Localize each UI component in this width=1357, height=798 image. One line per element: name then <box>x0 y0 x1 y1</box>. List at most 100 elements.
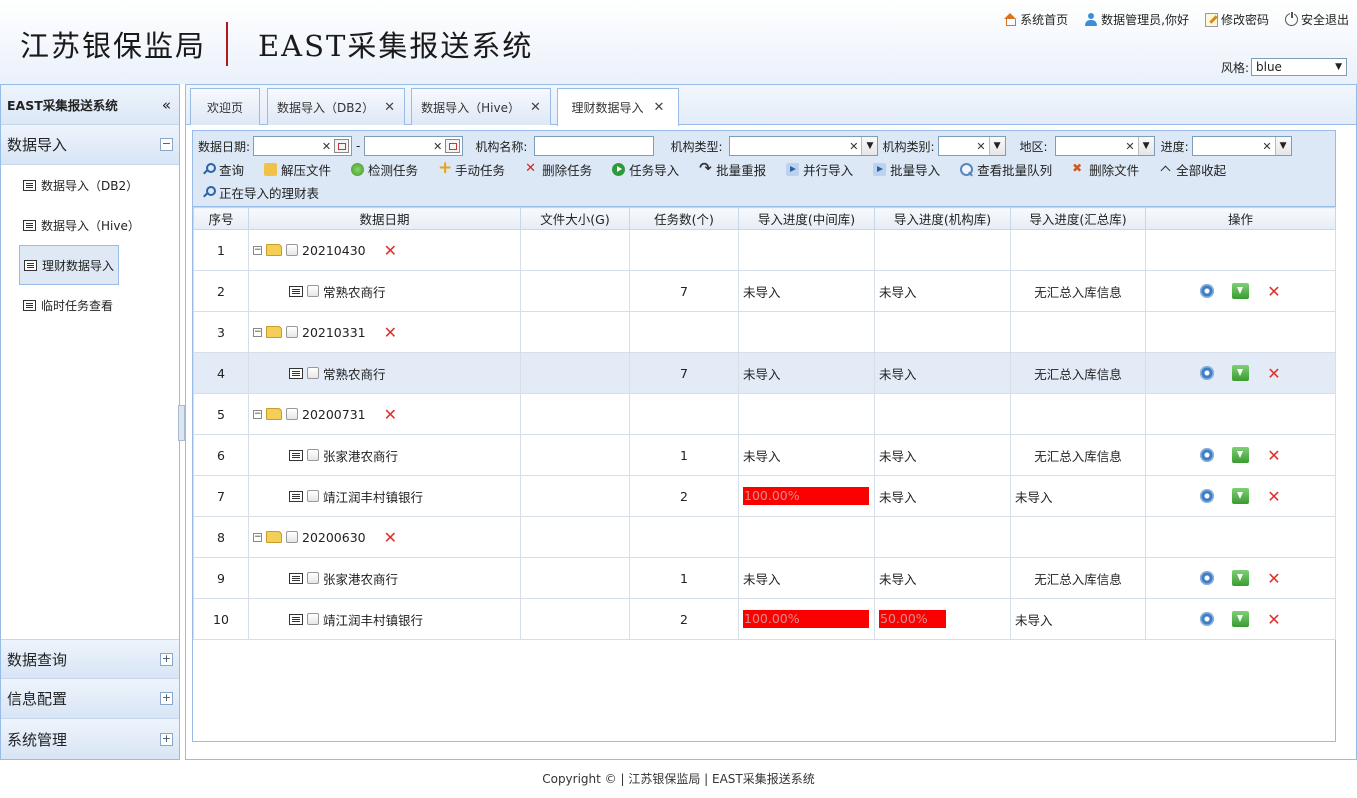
gear-icon[interactable] <box>1200 284 1215 298</box>
col-header-tasks[interactable]: 任务数(个) <box>629 207 739 230</box>
delete-group-icon[interactable]: ✕ <box>384 241 397 260</box>
col-header-progress-org[interactable]: 导入进度(机构库) <box>874 207 1011 230</box>
col-header-date[interactable]: 数据日期 <box>248 207 521 230</box>
table-row[interactable]: 8− 20200630 ✕ <box>193 516 1336 558</box>
gear-icon[interactable] <box>1200 489 1215 503</box>
close-icon[interactable]: ✕ <box>530 100 541 115</box>
sidebar-item-wealth-import[interactable]: 理财数据导入 <box>1 245 179 285</box>
chevron-down-icon[interactable]: ▼ <box>988 137 1005 155</box>
table-row[interactable]: 1− 20210430 ✕ <box>193 229 1336 271</box>
sidebar-splitter-handle[interactable] <box>178 405 185 441</box>
calendar-icon[interactable] <box>445 139 461 153</box>
sidebar-item-hive-import[interactable]: 数据导入（Hive） <box>1 205 179 245</box>
close-icon[interactable]: ✕ <box>654 100 665 115</box>
delete-group-icon[interactable]: ✕ <box>384 528 397 547</box>
row-checkbox[interactable] <box>286 244 298 256</box>
expand-icon[interactable]: + <box>160 652 173 666</box>
gear-icon[interactable] <box>1200 366 1215 380</box>
download-icon[interactable] <box>1232 365 1250 381</box>
row-checkbox[interactable] <box>286 408 298 420</box>
collapse-icon[interactable]: − <box>160 138 173 151</box>
table-row[interactable]: 5− 20200731 ✕ <box>193 393 1336 435</box>
download-icon[interactable] <box>1232 611 1250 627</box>
delete-icon[interactable]: ✕ <box>1267 610 1280 629</box>
tab-wealth-import[interactable]: 理财数据导入 ✕ <box>557 88 679 126</box>
delete-file-button[interactable]: 删除文件 <box>1072 160 1139 179</box>
user-greeting[interactable]: 数据管理员,你好 <box>1084 11 1189 28</box>
delete-group-icon[interactable]: ✕ <box>384 405 397 424</box>
collapse-all-button[interactable]: 全部收起 <box>1159 160 1226 179</box>
table-row[interactable]: 3− 20210331 ✕ <box>193 311 1336 353</box>
query-button[interactable]: 查询 <box>202 160 244 179</box>
download-icon[interactable] <box>1232 283 1250 299</box>
sidebar-group-data-query[interactable]: 数据查询 + <box>1 639 179 679</box>
row-checkbox[interactable] <box>307 367 319 379</box>
unzip-button[interactable]: 解压文件 <box>264 160 331 179</box>
sidebar-group-data-import[interactable]: 数据导入 − <box>1 125 179 165</box>
delete-task-button[interactable]: 删除任务 <box>525 160 592 179</box>
manual-task-button[interactable]: 手动任务 <box>438 158 505 179</box>
delete-icon[interactable]: ✕ <box>1267 487 1280 506</box>
clear-icon[interactable]: ✕ <box>976 140 985 153</box>
style-select[interactable]: blue ▼ <box>1251 58 1347 76</box>
tree-collapse-icon[interactable]: − <box>253 409 262 419</box>
clear-icon[interactable]: ✕ <box>1125 140 1134 153</box>
download-icon[interactable] <box>1232 447 1250 463</box>
tree-collapse-icon[interactable]: − <box>253 327 262 337</box>
gear-icon[interactable] <box>1200 612 1215 626</box>
chevron-down-icon[interactable]: ▼ <box>1274 137 1291 155</box>
row-checkbox[interactable] <box>307 285 319 297</box>
org-type-select[interactable]: ✕ ▼ <box>729 136 879 156</box>
download-icon[interactable] <box>1232 488 1250 504</box>
sidebar-group-system-admin[interactable]: 系统管理 + <box>1 719 179 759</box>
col-header-no[interactable]: 序号 <box>193 207 249 230</box>
date-end-input[interactable]: ✕ <box>364 136 464 156</box>
calendar-icon[interactable] <box>334 139 350 153</box>
gear-icon[interactable] <box>1200 571 1215 585</box>
progress-select[interactable]: ✕ ▼ <box>1191 136 1292 156</box>
table-row[interactable]: 2 常熟农商行 7 未导入 未导入 无汇总入库信息 ✕ <box>193 270 1336 312</box>
expand-icon[interactable]: + <box>160 732 173 746</box>
delete-icon[interactable]: ✕ <box>1267 364 1280 383</box>
table-row[interactable]: 10 靖江润丰村镇银行 2 100.00% 50.00% 未导入 ✕ <box>193 598 1336 640</box>
expand-icon[interactable]: + <box>160 692 173 705</box>
download-icon[interactable] <box>1232 570 1250 586</box>
clear-icon[interactable]: ✕ <box>322 140 331 153</box>
sidebar-item-temp-tasks[interactable]: 临时任务查看 <box>1 285 179 325</box>
delete-icon[interactable]: ✕ <box>1267 569 1280 588</box>
clear-icon[interactable]: ✕ <box>433 140 442 153</box>
sidebar-group-info-config[interactable]: 信息配置 + <box>1 679 179 719</box>
table-row[interactable]: 6 张家港农商行 1 未导入 未导入 无汇总入库信息 ✕ <box>193 434 1336 476</box>
clear-icon[interactable]: ✕ <box>1262 140 1271 153</box>
parallel-import-button[interactable]: 并行导入 <box>786 160 853 179</box>
table-row[interactable]: 9 张家港农商行 1 未导入 未导入 无汇总入库信息 ✕ <box>193 557 1336 599</box>
view-batch-queue-button[interactable]: 查看批量队列 <box>960 160 1052 179</box>
change-password-link[interactable]: 修改密码 <box>1204 11 1269 28</box>
table-row[interactable]: 4 常熟农商行 7 未导入 未导入 无汇总入库信息 ✕ <box>193 352 1336 394</box>
delete-icon[interactable]: ✕ <box>1267 282 1280 301</box>
table-row[interactable]: 7 靖江润丰村镇银行 2 100.00% 未导入 未导入 ✕ <box>193 475 1336 517</box>
row-checkbox[interactable] <box>286 531 298 543</box>
close-icon[interactable]: ✕ <box>384 100 395 115</box>
col-header-size[interactable]: 文件大小(G) <box>520 207 630 230</box>
delete-group-icon[interactable]: ✕ <box>384 323 397 342</box>
batch-resubmit-button[interactable]: 批量重报 <box>699 159 766 179</box>
importing-wealth-tables-button[interactable]: 正在导入的理财表 <box>202 183 319 202</box>
col-header-progress-mid[interactable]: 导入进度(中间库) <box>738 207 875 230</box>
sidebar-collapse-icon[interactable]: « <box>162 96 171 114</box>
logout-link[interactable]: 安全退出 <box>1284 11 1349 28</box>
date-start-input[interactable]: ✕ <box>253 136 353 156</box>
check-task-button[interactable]: 检测任务 <box>351 160 418 179</box>
task-import-button[interactable]: 任务导入 <box>612 160 679 179</box>
sidebar-item-db2-import[interactable]: 数据导入（DB2） <box>1 165 179 205</box>
tree-collapse-icon[interactable]: − <box>253 532 262 542</box>
chevron-down-icon[interactable]: ▼ <box>1137 137 1154 155</box>
row-checkbox[interactable] <box>286 326 298 338</box>
region-select[interactable]: ✕ ▼ <box>1054 136 1155 156</box>
clear-icon[interactable]: ✕ <box>849 140 858 153</box>
org-name-input[interactable] <box>534 136 655 156</box>
row-checkbox[interactable] <box>307 490 319 502</box>
tab-hive-import[interactable]: 数据导入（Hive） ✕ <box>411 88 551 125</box>
gear-icon[interactable] <box>1200 448 1215 462</box>
batch-import-button[interactable]: 批量导入 <box>873 160 940 179</box>
